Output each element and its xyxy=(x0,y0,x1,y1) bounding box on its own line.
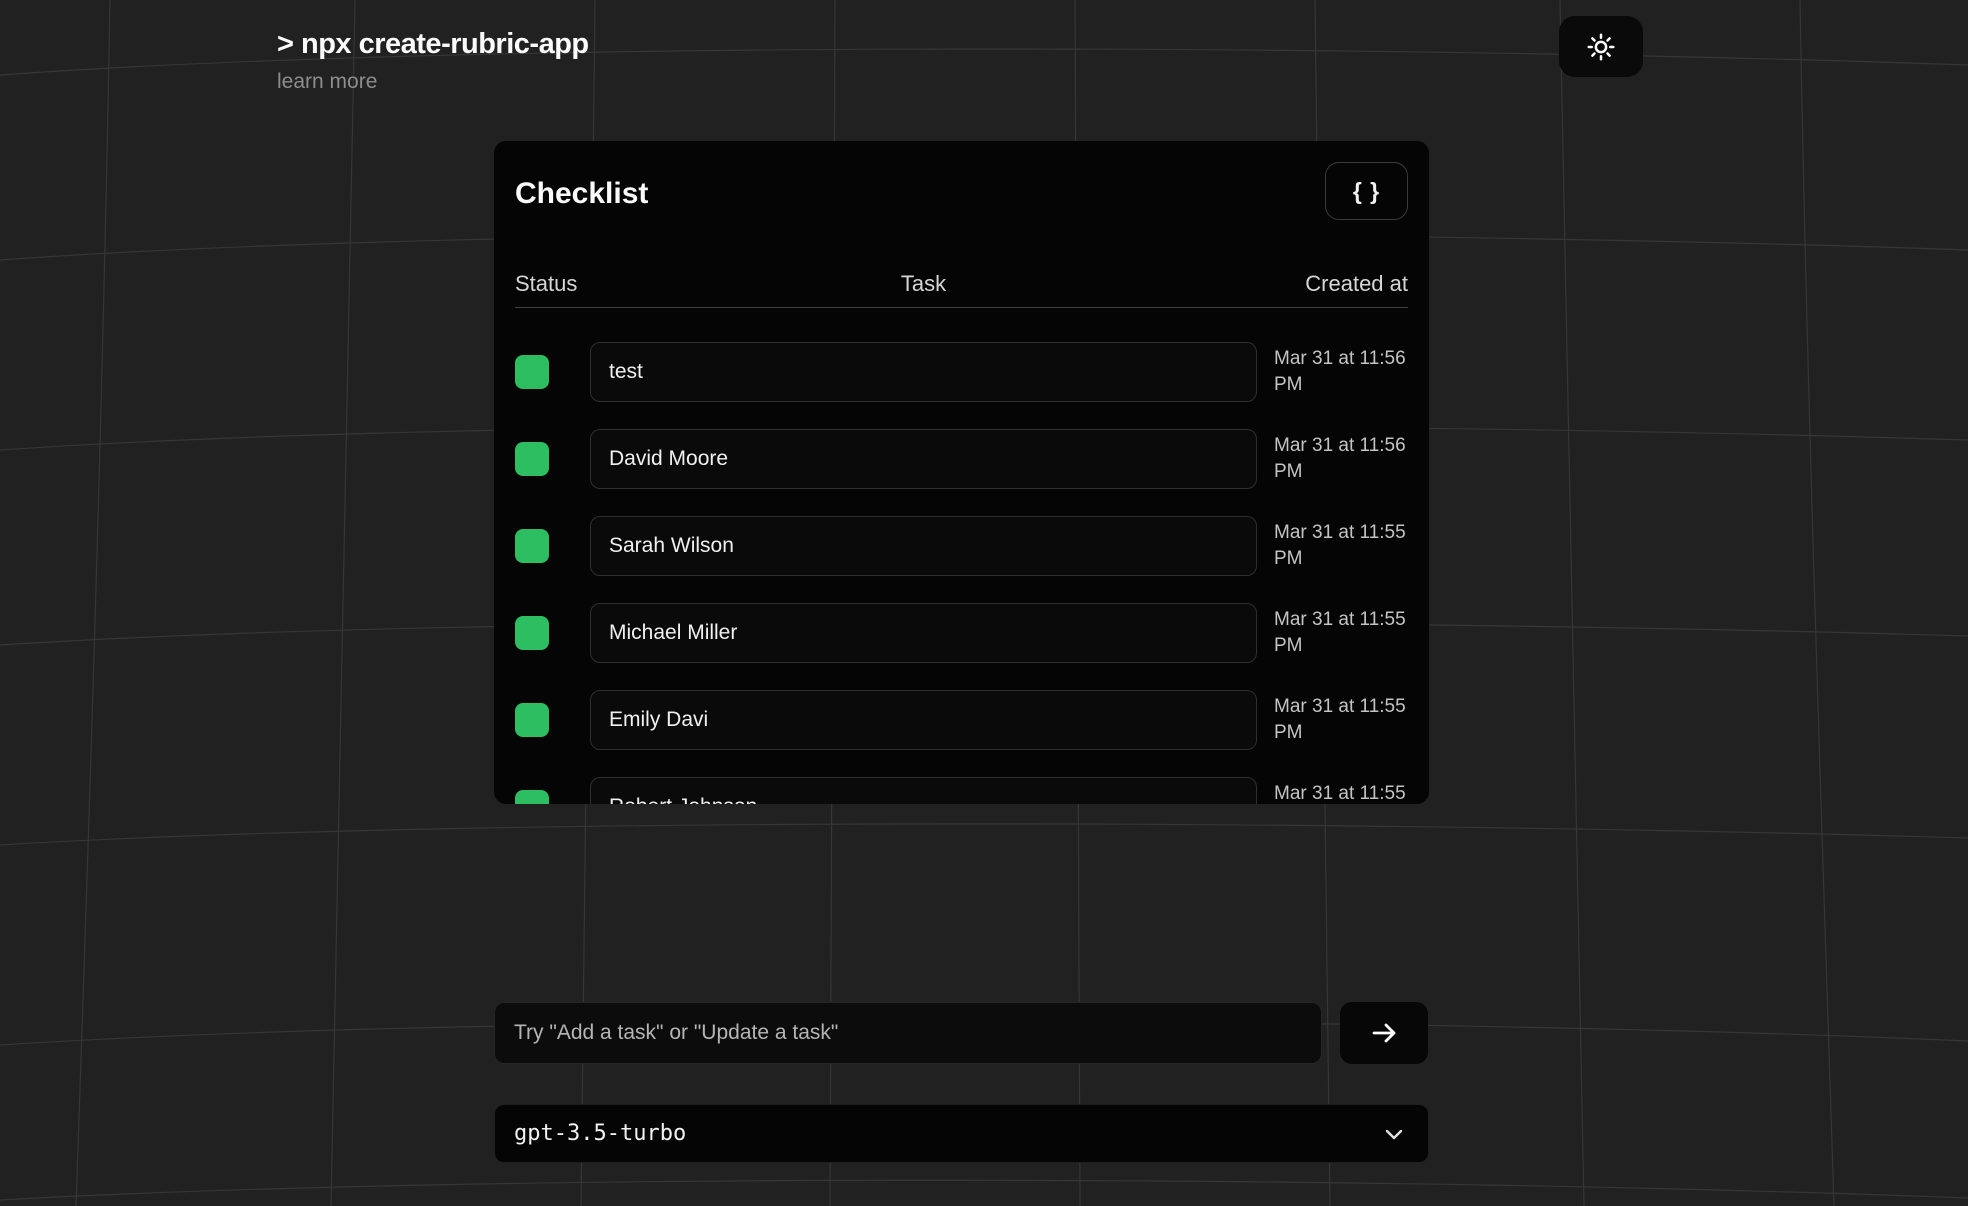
task-input[interactable] xyxy=(590,429,1257,489)
checklist-card: Checklist { } Status Task Created at Mar… xyxy=(494,141,1429,804)
learn-more-link[interactable]: learn more xyxy=(277,70,377,94)
task-row: Mar 31 at 11:55 PM xyxy=(515,690,1408,750)
task-row: Mar 31 at 11:56 PM xyxy=(515,342,1408,402)
header-divider xyxy=(515,307,1408,308)
task-created-at: Mar 31 at 11:55 PM xyxy=(1257,694,1408,745)
app-title: > npx create-rubric-app xyxy=(277,28,589,61)
task-created-at: Mar 31 at 11:55 PM xyxy=(1257,520,1408,571)
task-row: Mar 31 at 11:55 PM xyxy=(515,603,1408,663)
task-input[interactable] xyxy=(590,516,1257,576)
submit-button[interactable] xyxy=(1340,1002,1428,1064)
sun-icon xyxy=(1586,32,1616,62)
task-created-at: Mar 31 at 11:55 PM xyxy=(1257,607,1408,658)
task-input[interactable] xyxy=(590,690,1257,750)
task-input[interactable] xyxy=(590,603,1257,663)
task-input[interactable] xyxy=(590,777,1257,804)
table-header: Status Task Created at xyxy=(515,271,1408,297)
task-row: Mar 31 at 11:56 PM xyxy=(515,429,1408,489)
status-checkbox[interactable] xyxy=(515,703,549,737)
column-header-status: Status xyxy=(515,271,590,297)
task-created-at: Mar 31 at 11:56 PM xyxy=(1257,433,1408,484)
theme-toggle-button[interactable] xyxy=(1559,16,1643,77)
task-input[interactable] xyxy=(590,342,1257,402)
model-select-value: gpt-3.5-turbo xyxy=(514,1121,686,1146)
task-list: Mar 31 at 11:56 PM Mar 31 at 11:56 PM Ma… xyxy=(515,342,1408,804)
command-input[interactable] xyxy=(494,1002,1322,1064)
app-header: > npx create-rubric-app learn more xyxy=(277,28,589,94)
task-row: Mar 31 at 11:55 PM xyxy=(515,516,1408,576)
json-view-button[interactable]: { } xyxy=(1325,162,1408,220)
chevron-down-icon xyxy=(1382,1122,1406,1146)
status-checkbox[interactable] xyxy=(515,616,549,650)
task-created-at: Mar 31 at 11:55 PM xyxy=(1257,781,1408,804)
arrow-right-icon xyxy=(1368,1017,1400,1049)
card-title: Checklist xyxy=(515,177,1408,211)
status-checkbox[interactable] xyxy=(515,355,549,389)
task-created-at: Mar 31 at 11:56 PM xyxy=(1257,346,1408,397)
status-checkbox[interactable] xyxy=(515,442,549,476)
task-row: Mar 31 at 11:55 PM xyxy=(515,777,1408,804)
status-checkbox[interactable] xyxy=(515,790,549,804)
column-header-created: Created at xyxy=(1257,271,1408,297)
composer xyxy=(494,1002,1428,1064)
status-checkbox[interactable] xyxy=(515,529,549,563)
column-header-task: Task xyxy=(590,271,1257,297)
model-select[interactable]: gpt-3.5-turbo xyxy=(494,1104,1429,1163)
